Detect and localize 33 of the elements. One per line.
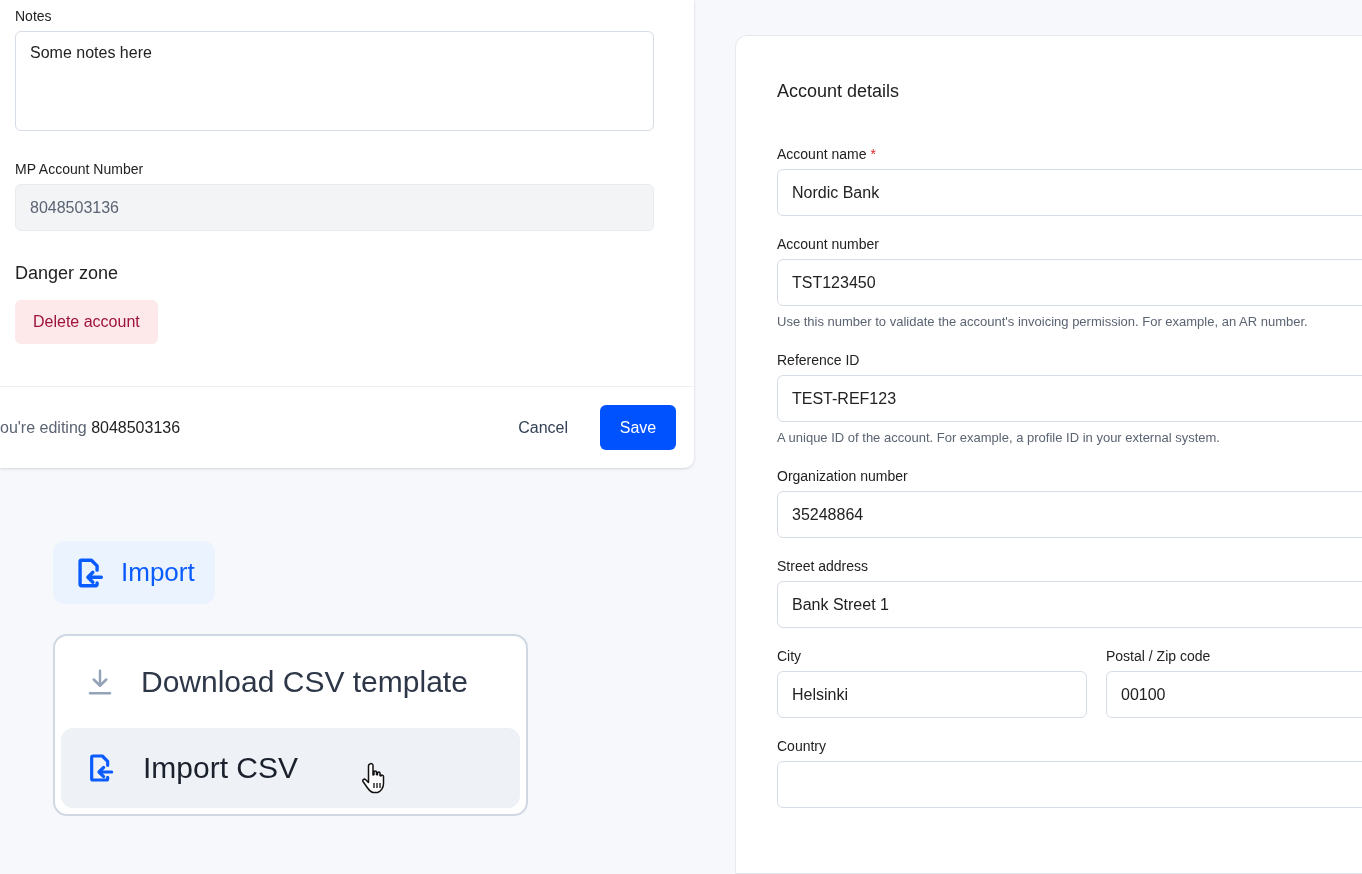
field-label: Organization number [777,468,908,485]
field-label: City [777,648,802,665]
help-text: A unique ID of the account. For example, a profile ID in your external system. [777,429,1221,448]
field-label: Account number [777,236,879,252]
input-field[interactable]: TEST-REF123 [777,375,1362,423]
field-label: Reference ID [777,352,860,369]
field-label: Account name [777,146,867,162]
import-button[interactable]: Import [53,541,215,604]
input-field[interactable]: 00100 [1106,671,1362,719]
input-field[interactable]: TST123450 [777,259,1362,306]
required-mark: * [870,146,876,162]
input-field[interactable]: 35248864 [777,491,1362,539]
input-field[interactable]: Nordic Bank [777,169,1362,216]
cancel-button[interactable]: Cancel [518,410,568,445]
field-label: Postal / Zip code [1106,648,1211,665]
notes-field[interactable]: Some notes here [15,31,654,131]
editing-status-text: ou're editing 8048503136 [0,418,182,437]
menu-item-label: Download CSV template [141,665,468,699]
help-text: Use this number to validate the account's invoicing permission. For example, an AR number. [777,313,1309,331]
save-button[interactable]: Save [600,405,676,450]
menu-item-label: Import CSV [143,751,299,785]
field-label: MP Account Number [15,161,145,177]
menu-item[interactable]: Download CSV template [61,642,520,722]
card-title: Account details [777,81,901,102]
field-label: Notes [15,8,53,24]
field-label: Street address [777,558,869,575]
section-heading: Danger zone [15,263,120,284]
delete-account-button[interactable]: Delete account [15,300,158,344]
input-field[interactable] [777,761,1362,809]
input-field[interactable]: Helsinki [777,671,1087,719]
menu-item[interactable]: Import CSV [61,728,520,808]
input-field[interactable]: Bank Street 1 [777,581,1362,629]
field-label: Country [777,738,827,755]
